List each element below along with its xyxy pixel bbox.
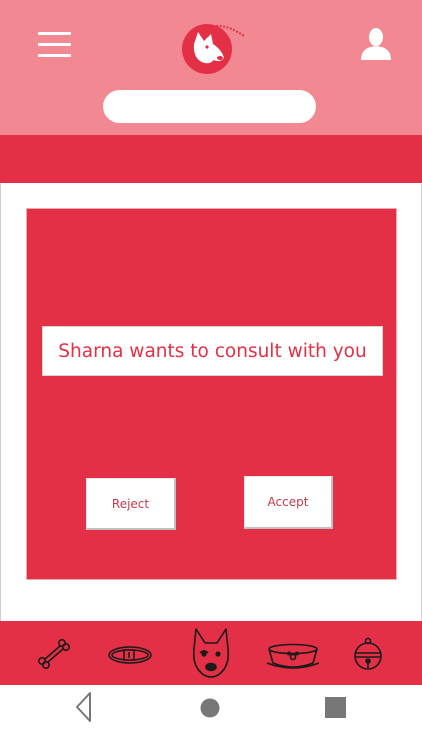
accept-button[interactable]: Accept bbox=[244, 476, 333, 529]
dog-bowl-icon[interactable] bbox=[265, 643, 321, 669]
header-band bbox=[0, 135, 422, 183]
bell-icon[interactable] bbox=[352, 637, 384, 671]
app-header bbox=[0, 0, 422, 135]
dog-collar-icon[interactable] bbox=[107, 644, 153, 666]
consult-request-panel bbox=[26, 208, 397, 580]
user-profile-icon[interactable] bbox=[358, 26, 394, 62]
dog-head-icon[interactable] bbox=[190, 627, 232, 679]
recents-icon[interactable] bbox=[324, 696, 347, 719]
bull-terrier-logo bbox=[182, 24, 245, 74]
search-input[interactable] bbox=[103, 90, 316, 123]
consult-request-message: Sharna wants to consult with you bbox=[42, 326, 383, 376]
hamburger-menu-icon[interactable] bbox=[38, 32, 72, 58]
bone-icon[interactable] bbox=[36, 637, 72, 671]
system-nav-bar bbox=[0, 685, 422, 751]
home-icon[interactable] bbox=[199, 697, 221, 719]
bottom-nav-bar bbox=[0, 621, 422, 685]
reject-button[interactable]: Reject bbox=[86, 478, 176, 530]
back-icon[interactable] bbox=[74, 691, 92, 723]
